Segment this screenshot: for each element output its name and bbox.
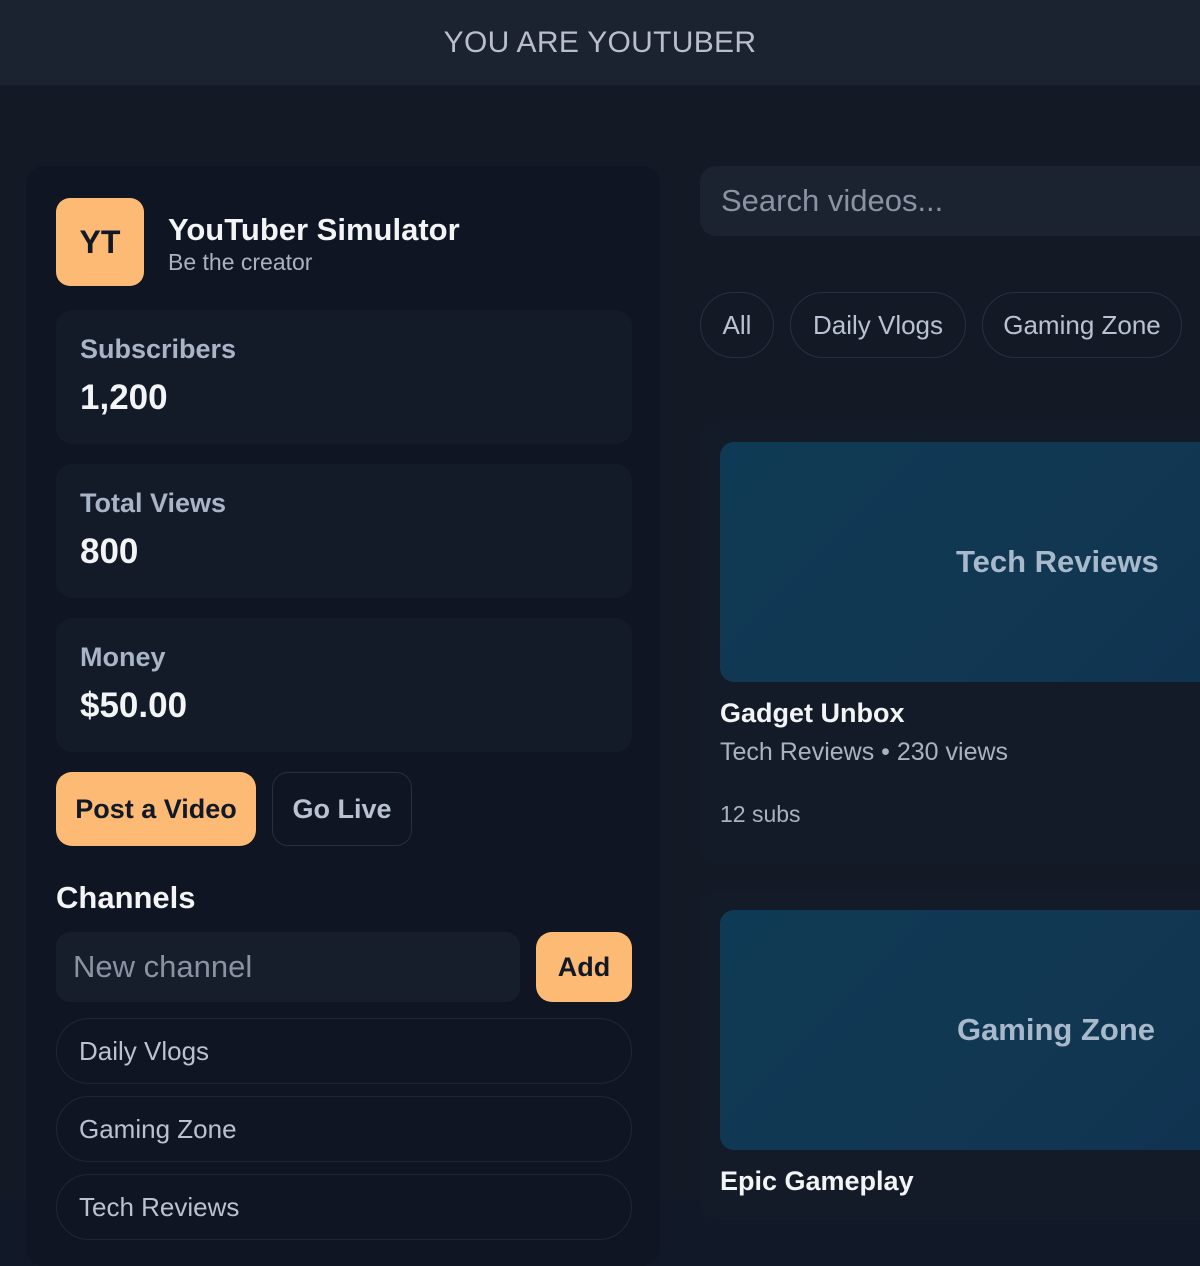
filter-daily-vlogs[interactable]: Daily Vlogs <box>790 292 966 358</box>
filter-all[interactable]: All <box>700 292 774 358</box>
new-channel-input[interactable] <box>56 932 520 1002</box>
thumbnail-label: Tech Reviews <box>956 544 1159 579</box>
video-title: Gadget Unbox <box>720 698 905 728</box>
stat-card-total-views: Total Views 800 <box>56 464 632 598</box>
app-tagline: Be the creator <box>168 249 313 275</box>
channel-item-tech-reviews[interactable]: Tech Reviews <box>56 1174 632 1240</box>
app-name: YouTuber Simulator <box>168 212 460 247</box>
stat-label: Subscribers <box>80 334 237 364</box>
post-video-button[interactable]: Post a Video <box>56 772 256 846</box>
video-title: Epic Gameplay <box>720 1166 914 1196</box>
yt-logo-icon: YT <box>56 198 144 286</box>
video-meta: Tech Reviews • 230 views <box>720 738 1009 766</box>
video-subs: 12 subs <box>720 801 801 827</box>
top-bar: YOU ARE YOUTUBER <box>0 0 1200 86</box>
video-card[interactable]: Gaming Zone Epic Gameplay <box>700 890 1200 1220</box>
stat-card-subscribers: Subscribers 1,200 <box>56 310 632 444</box>
channel-item-gaming-zone[interactable]: Gaming Zone <box>56 1096 632 1162</box>
stat-value: $50.00 <box>80 686 188 725</box>
video-thumbnail[interactable]: Tech Reviews <box>720 442 1200 682</box>
channel-item-label: Gaming Zone <box>79 1114 237 1144</box>
video-card[interactable]: Tech Reviews Gadget Unbox Tech Reviews •… <box>700 422 1200 864</box>
channels-title: Channels <box>56 880 196 915</box>
search-input[interactable] <box>700 166 1200 236</box>
stat-label: Total Views <box>80 488 227 518</box>
stat-card-money: Money $50.00 <box>56 618 632 752</box>
channel-item-label: Daily Vlogs <box>79 1036 210 1066</box>
stat-label: Money <box>80 642 166 672</box>
add-channel-button[interactable]: Add <box>536 932 632 1002</box>
thumbnail-label: Gaming Zone <box>956 1012 1156 1047</box>
page-title: YOU ARE YOUTUBER <box>443 25 757 59</box>
video-thumbnail[interactable]: Gaming Zone <box>720 910 1200 1150</box>
stat-value: 1,200 <box>80 378 168 417</box>
channel-item-daily-vlogs[interactable]: Daily Vlogs <box>56 1018 632 1084</box>
filter-gaming-zone[interactable]: Gaming Zone <box>982 292 1182 358</box>
go-live-button[interactable]: Go Live <box>272 772 412 846</box>
channel-item-label: Tech Reviews <box>79 1192 240 1222</box>
stat-value: 800 <box>80 532 139 571</box>
